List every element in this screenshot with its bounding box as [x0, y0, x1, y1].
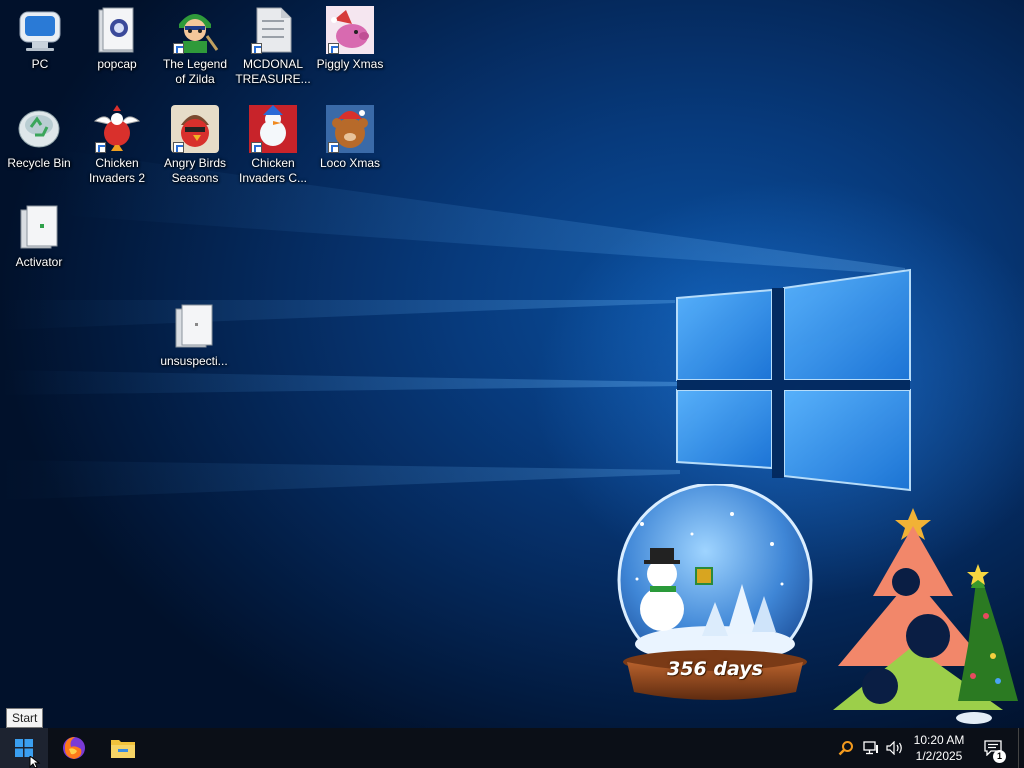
shortcut-arrow-icon [173, 142, 184, 153]
desktop-icon-pc[interactable]: PC [2, 0, 78, 72]
taskbar: 10:20 AM 1/2/2025 [0, 728, 1024, 768]
monitor-icon [19, 11, 61, 51]
desktop-icon-label: unsuspecti... [160, 354, 228, 368]
speaker-icon [886, 741, 902, 755]
desktop-icon-label: Angry Birds Seasons [163, 156, 227, 185]
clock-date: 1/2/2025 [915, 749, 963, 763]
desktop-icon-popcap[interactable]: popcap [79, 0, 155, 72]
recycle-bin-icon [18, 110, 60, 148]
desktop-icon-recycle-bin[interactable]: Recycle Bin [1, 99, 77, 171]
folder-icon [98, 7, 134, 53]
countdown-text: 356 days [667, 658, 763, 680]
shortcut-arrow-icon [251, 142, 262, 153]
search-icon [838, 741, 853, 756]
desktop-icon-label: Chicken Invaders C... [238, 156, 308, 185]
taskbar-clock[interactable]: 10:20 AM 1/2/2025 [907, 732, 971, 764]
show-desktop-button[interactable] [1018, 728, 1024, 768]
desktop: 356 days PC popcap The Legend of Zilda M… [0, 0, 1024, 728]
desktop-icon-chicken-invaders-c[interactable]: Chicken Invaders C... [235, 99, 311, 186]
tray-network-button[interactable] [861, 728, 881, 768]
shortcut-arrow-icon [173, 43, 184, 54]
desktop-icon-label: PC [31, 57, 49, 71]
desktop-icon-loco-xmas[interactable]: Loco Xmas [312, 99, 388, 171]
desktop-icon-label: popcap [97, 57, 137, 71]
taskbar-firefox-button[interactable] [50, 728, 98, 768]
file-explorer-icon [111, 740, 135, 758]
shortcut-arrow-icon [251, 43, 262, 54]
desktop-icon-label: Activator [15, 255, 63, 269]
desktop-icon-mcdonal-treasure[interactable]: MCDONAL TREASURE... [235, 0, 311, 87]
start-tooltip: Start [6, 708, 44, 728]
desktop-icon-label: Loco Xmas [319, 156, 381, 170]
shortcut-arrow-icon [95, 142, 106, 153]
blank-file-icon [175, 304, 213, 348]
windows-logo-icon [15, 739, 33, 757]
mouse-cursor-icon [29, 756, 41, 768]
desktop-icon-legend-of-zilda[interactable]: The Legend of Zilda [157, 0, 233, 87]
blank-file-icon [20, 205, 58, 249]
desktop-icon-label: Chicken Invaders 2 [88, 156, 146, 185]
clock-time: 10:20 AM [913, 733, 965, 747]
desktop-icon-label: MCDONAL TREASURE... [235, 57, 311, 86]
desktop-icon-label: Recycle Bin [7, 156, 71, 170]
desktop-icon-label: Piggly Xmas [316, 57, 384, 71]
windows-logo-wallpaper [676, 268, 911, 492]
christmas-tree-gadget[interactable] [828, 496, 1024, 728]
desktop-icon-chicken-invaders-2[interactable]: Chicken Invaders 2 [79, 99, 155, 186]
firefox-icon [63, 737, 85, 759]
desktop-icon-activator[interactable]: Activator [1, 198, 77, 270]
desktop-icon-angry-birds-seasons[interactable]: Angry Birds Seasons [157, 99, 233, 186]
taskbar-file-explorer-button[interactable] [99, 728, 147, 768]
snow-globe-widget[interactable]: 356 days [612, 482, 818, 704]
notification-count-badge: 1 [993, 750, 1006, 763]
tray-volume-button[interactable] [884, 728, 906, 768]
tray-search-button[interactable] [836, 728, 856, 768]
christmas-tree-icon [833, 508, 1018, 724]
shortcut-arrow-icon [328, 142, 339, 153]
network-icon [863, 741, 878, 755]
desktop-icon-unsuspecting[interactable]: unsuspecti... [156, 297, 232, 369]
desktop-icon-piggly-xmas[interactable]: Piggly Xmas [312, 0, 388, 72]
desktop-icon-label: The Legend of Zilda [162, 57, 228, 86]
shortcut-arrow-icon [328, 43, 339, 54]
